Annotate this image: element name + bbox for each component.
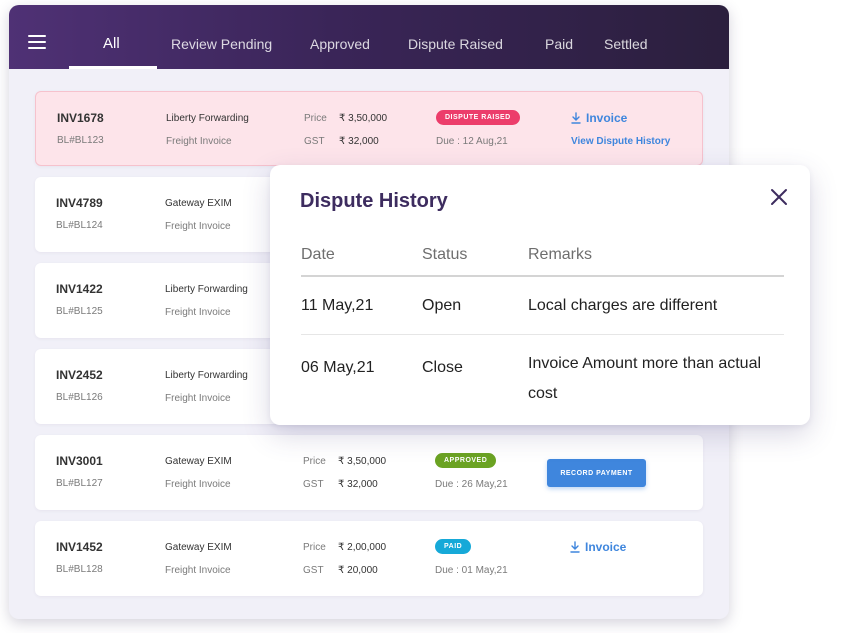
invoice-number: INV4789 [56,196,103,210]
status-badge-paid: PAID [435,539,472,554]
invoice-type: Freight Invoice [165,565,231,576]
bill-of-lading: BL#BL125 [56,306,103,317]
party-name: Liberty Forwarding [166,113,249,124]
party-name: Gateway EXIM [165,542,232,553]
due-date: Due : 12 Aug,21 [436,136,508,147]
close-icon[interactable] [768,186,790,208]
bill-of-lading: BL#BL124 [56,220,103,231]
dispute-history-modal: Dispute History Date Status Remarks 11 M… [270,165,810,425]
price-value: ₹ 2,00,000 [338,542,387,553]
price-label: Price [303,542,326,553]
column-header-remarks: Remarks [528,246,593,263]
invoice-number: INV1452 [56,540,103,554]
download-icon [570,541,580,553]
bill-of-lading: BL#BL123 [57,135,104,146]
active-tab-indicator [69,66,157,69]
invoice-type: Freight Invoice [165,307,231,318]
price-label: Price [303,456,326,467]
invoice-link-label: Invoice [585,540,627,554]
party-name: Gateway EXIM [165,198,232,209]
history-remarks: Local charges are different [528,297,718,314]
column-header-date: Date [301,246,335,263]
invoice-row-inv1452[interactable]: INV1452 BL#BL128 Gateway EXIM Freight In… [35,521,703,596]
due-date: Due : 26 May,21 [435,479,508,490]
party-name: Liberty Forwarding [165,370,248,381]
history-date: 11 May,21 [301,297,374,314]
price-value: ₹ 3,50,000 [338,456,387,467]
tab-all[interactable]: All [103,35,120,52]
download-icon [571,112,581,124]
modal-title: Dispute History [300,190,448,212]
tab-review-pending[interactable]: Review Pending [171,36,272,52]
invoice-download-link[interactable]: Invoice [570,540,626,554]
history-status: Close [422,359,463,376]
gst-value: ₹ 32,000 [339,136,379,147]
invoice-download-link[interactable]: Invoice [571,111,627,125]
history-date: 06 May,21 [301,359,375,376]
gst-label: GST [303,565,324,576]
due-date: Due : 01 May,21 [435,565,508,576]
row-divider [301,334,784,335]
invoice-number: INV1678 [57,111,104,125]
invoice-link-label: Invoice [586,111,628,125]
history-status: Open [422,297,462,314]
status-badge-dispute: DISPUTE RAISED [436,110,520,125]
tab-paid[interactable]: Paid [545,36,573,52]
gst-value: ₹ 32,000 [338,479,378,490]
invoice-type: Freight Invoice [165,393,231,404]
column-header-status: Status [422,246,468,263]
invoice-type: Freight Invoice [166,136,232,147]
invoice-type: Freight Invoice [165,221,231,232]
record-payment-button[interactable]: RECORD PAYMENT [547,459,646,487]
invoice-number: INV2452 [56,368,103,382]
tab-settled[interactable]: Settled [604,36,648,52]
party-name: Liberty Forwarding [165,284,248,295]
status-badge-approved: APPROVED [435,453,497,468]
invoice-row-inv3001[interactable]: INV3001 BL#BL127 Gateway EXIM Freight In… [35,435,703,510]
header-divider [301,275,784,277]
gst-value: ₹ 20,000 [338,565,378,576]
history-remarks: Invoice Amount more than actual cost [528,355,762,402]
bill-of-lading: BL#BL126 [56,392,103,403]
invoice-type: Freight Invoice [165,479,231,490]
hamburger-menu-icon[interactable] [28,35,46,49]
price-label: Price [304,113,327,124]
gst-label: GST [303,479,324,490]
invoice-number: INV1422 [56,282,103,296]
party-name: Gateway EXIM [165,456,232,467]
invoice-number: INV3001 [56,454,103,468]
gst-label: GST [304,136,325,147]
view-dispute-history-link[interactable]: View Dispute History [571,136,670,147]
tab-approved[interactable]: Approved [310,36,370,52]
bill-of-lading: BL#BL128 [56,564,103,575]
price-value: ₹ 3,50,000 [339,113,388,124]
bill-of-lading: BL#BL127 [56,478,103,489]
invoice-row-inv1678[interactable]: INV1678 BL#BL123 Liberty Forwarding Frei… [35,91,703,166]
tab-dispute-raised[interactable]: Dispute Raised [408,36,503,52]
top-nav-bar: All Review Pending Approved Dispute Rais… [9,5,729,69]
